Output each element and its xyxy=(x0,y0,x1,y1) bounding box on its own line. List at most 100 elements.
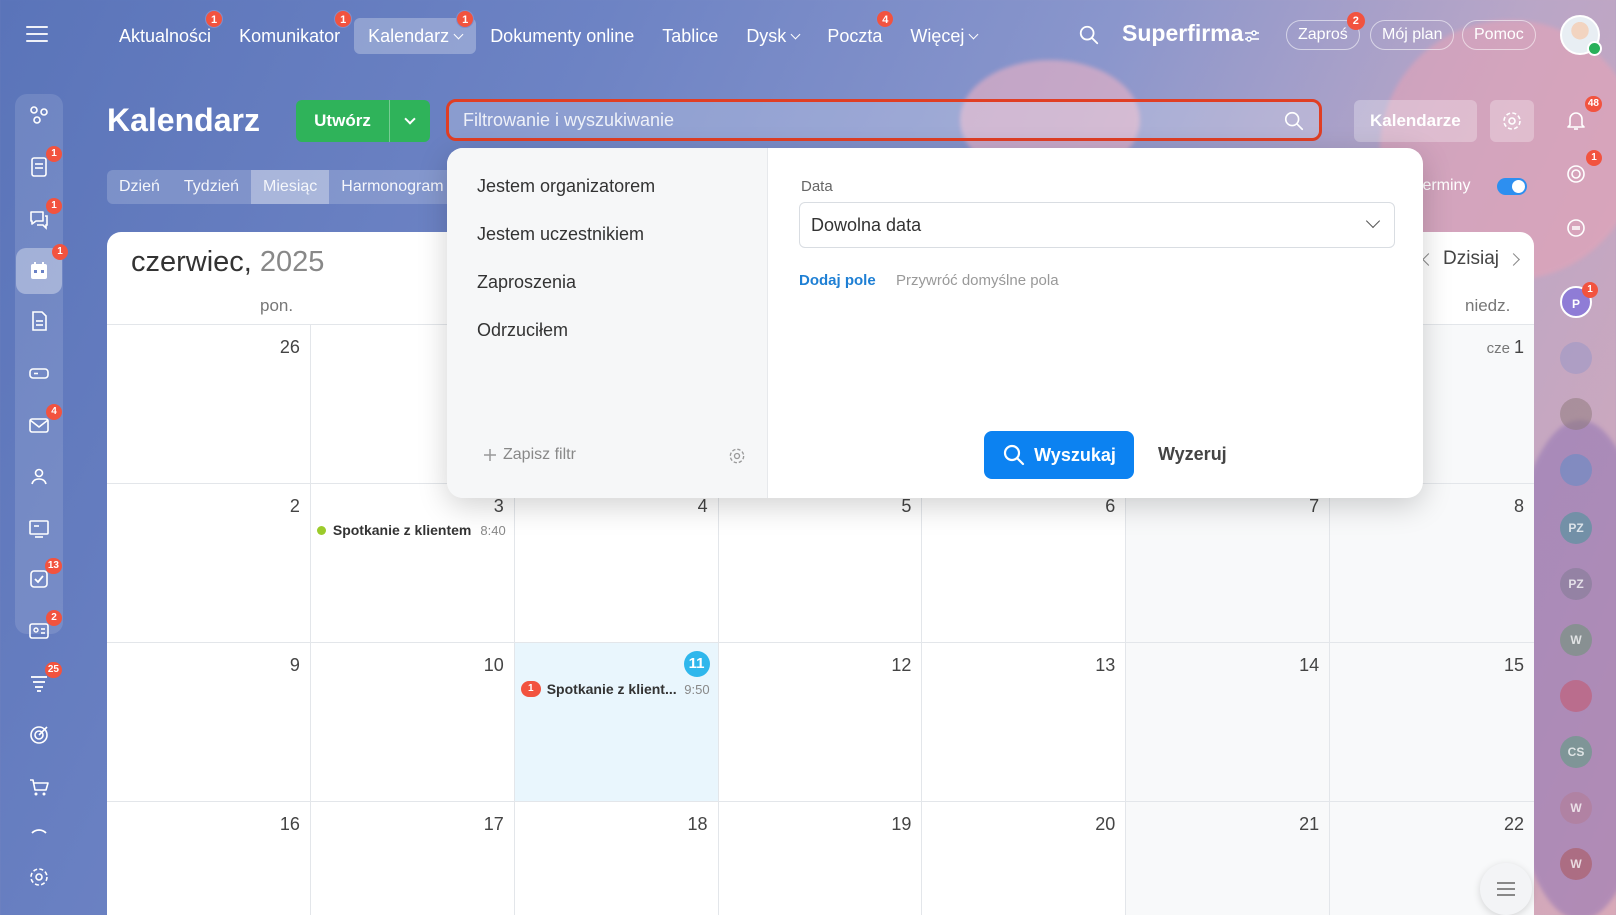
calendar-event[interactable]: 1 Spotkanie z klient... 9:50 xyxy=(520,679,710,699)
day-cell[interactable]: 6 xyxy=(922,484,1127,642)
sidebar-item-settings[interactable] xyxy=(22,860,56,894)
contact-avatar[interactable]: CS xyxy=(1560,736,1592,768)
activity-button[interactable]: 1 xyxy=(1558,150,1602,192)
nav-item-messenger[interactable]: Komunikator 1 xyxy=(225,10,354,54)
search-button[interactable]: Wyszukaj xyxy=(984,431,1134,479)
nav-item-mail[interactable]: Poczta 4 xyxy=(813,10,896,54)
nav-item-drive[interactable]: Dysk xyxy=(732,18,813,54)
day-cell[interactable]: 16 xyxy=(107,802,311,915)
sidebar-item-tasks[interactable]: 13 xyxy=(22,558,62,596)
contact-avatar[interactable]: W xyxy=(1560,624,1592,656)
list-toggle-button[interactable] xyxy=(1480,863,1532,915)
user-avatar[interactable] xyxy=(1560,15,1602,56)
sidebar-item-sites[interactable] xyxy=(22,98,56,132)
invite-button[interactable]: Zaproś 2 xyxy=(1286,12,1365,50)
day-cell[interactable]: 10 xyxy=(311,643,515,801)
day-cell[interactable]: 12 xyxy=(719,643,923,801)
sidebar-collapse[interactable] xyxy=(22,814,56,848)
sidebar-item-funnel[interactable]: 25 xyxy=(22,662,62,700)
photo-avatar[interactable] xyxy=(1560,398,1592,430)
day-cell[interactable]: 26 xyxy=(107,325,311,483)
tab-schedule[interactable]: Harmonogram xyxy=(329,170,455,204)
chevron-right-icon[interactable] xyxy=(1507,252,1520,266)
contact-avatar[interactable]: PZ xyxy=(1560,512,1592,544)
gear-icon[interactable] xyxy=(727,446,747,466)
search-icon[interactable] xyxy=(1078,24,1100,46)
tab-week[interactable]: Tydzień xyxy=(172,170,251,204)
plus-icon xyxy=(484,449,496,461)
tab-day[interactable]: Dzień xyxy=(107,170,172,204)
filter-search-box[interactable] xyxy=(446,99,1322,141)
nav-item-online-docs[interactable]: Dokumenty online xyxy=(476,18,648,54)
search-input[interactable] xyxy=(463,108,1243,132)
settings-button[interactable] xyxy=(1490,100,1534,142)
day-cell[interactable]: 15 xyxy=(1330,643,1534,801)
create-button-label[interactable]: Utwórz xyxy=(296,100,390,142)
users-icon xyxy=(31,468,47,485)
sidebar-item-shop[interactable] xyxy=(22,770,56,804)
show-declined-toggle[interactable] xyxy=(1497,178,1527,195)
notifications-button[interactable]: 48 xyxy=(1558,96,1602,138)
sidebar-item-mail[interactable]: 4 xyxy=(22,404,62,442)
settings-sliders-icon[interactable] xyxy=(1244,28,1260,44)
day-cell[interactable]: 13 xyxy=(922,643,1127,801)
day-cell-today[interactable]: 11 1 Spotkanie z klient... 9:50 xyxy=(514,643,719,801)
help-button[interactable]: Pomoc xyxy=(1462,20,1536,50)
sidebar-item-chat[interactable]: 1 xyxy=(22,198,62,236)
save-filter-button[interactable]: Zapisz filtr xyxy=(483,446,576,464)
day-cell[interactable]: 19 xyxy=(719,802,923,915)
video-avatar[interactable] xyxy=(1560,680,1592,712)
chevron-left-icon[interactable] xyxy=(1422,252,1435,266)
day-cell[interactable]: 9 xyxy=(107,643,311,801)
contact-avatar[interactable]: W xyxy=(1560,848,1592,880)
sidebar-item-feed[interactable]: 1 xyxy=(22,146,62,184)
sidebar-item-goals[interactable] xyxy=(22,718,56,752)
sync-button[interactable] xyxy=(1558,210,1594,246)
calendars-button[interactable]: Kalendarze xyxy=(1354,100,1477,142)
sidebar-item-crm[interactable] xyxy=(22,512,56,546)
search-icon[interactable] xyxy=(1283,110,1305,132)
day-cell[interactable]: 5 xyxy=(719,484,923,642)
sidebar-item-drive[interactable] xyxy=(22,356,56,390)
day-cell[interactable]: 21 xyxy=(1126,802,1331,915)
day-cell[interactable]: 2 xyxy=(107,484,311,642)
tab-month[interactable]: Miesiąc xyxy=(251,170,330,204)
date-select[interactable]: Dowolna data xyxy=(799,202,1395,248)
day-cell[interactable]: 17 xyxy=(311,802,515,915)
contact-avatar[interactable]: P1 xyxy=(1560,282,1598,318)
preset-organizer[interactable]: Jestem organizatorem xyxy=(477,176,655,197)
sidebar-item-contacts[interactable]: 2 xyxy=(22,610,62,648)
nav-item-news[interactable]: Aktualności 1 xyxy=(105,10,225,54)
create-dropdown-toggle[interactable] xyxy=(390,100,430,142)
create-button[interactable]: Utwórz xyxy=(296,100,430,142)
reset-button[interactable]: Wyzeruj xyxy=(1158,444,1227,465)
preset-invitations[interactable]: Zaproszenia xyxy=(477,272,576,293)
sidebar-item-employees[interactable] xyxy=(22,460,56,494)
group-avatar[interactable] xyxy=(1560,342,1592,374)
day-cell[interactable]: 8 xyxy=(1330,484,1534,642)
day-cell[interactable]: 7 xyxy=(1126,484,1331,642)
menu-icon[interactable] xyxy=(26,26,48,44)
nav-item-boards[interactable]: Tablice xyxy=(648,18,732,54)
target-icon xyxy=(30,726,48,744)
company-name[interactable]: Superfirma xyxy=(1122,20,1243,47)
restore-default-fields-link[interactable]: Przywróć domyślne pola xyxy=(896,272,1059,289)
my-plan-button[interactable]: Mój plan xyxy=(1370,20,1455,50)
contact-avatar[interactable]: W xyxy=(1560,792,1592,824)
preset-declined[interactable]: Odrzuciłem xyxy=(477,320,568,341)
contact-avatar[interactable]: PZ xyxy=(1560,568,1592,600)
sidebar-item-docs[interactable] xyxy=(22,304,56,338)
day-cell[interactable]: 3 Spotkanie z klientem 8:40 xyxy=(311,484,515,642)
day-cell[interactable]: 14 xyxy=(1126,643,1331,801)
day-cell[interactable]: 4 xyxy=(515,484,719,642)
nav-item-calendar[interactable]: Kalendarz 1 xyxy=(354,10,477,54)
calendar-event[interactable]: Spotkanie z klientem 8:40 xyxy=(316,520,506,540)
day-cell[interactable]: 18 xyxy=(515,802,719,915)
today-button[interactable]: Dzisiaj xyxy=(1443,248,1499,270)
nav-item-more[interactable]: Więcej xyxy=(896,18,991,54)
sidebar-item-calendar[interactable]: 1 xyxy=(16,244,68,294)
day-cell[interactable]: 20 xyxy=(922,802,1127,915)
preset-participant[interactable]: Jestem uczestnikiem xyxy=(477,224,644,245)
chat-avatar[interactable] xyxy=(1560,454,1592,486)
add-field-link[interactable]: Dodaj pole xyxy=(799,272,876,289)
